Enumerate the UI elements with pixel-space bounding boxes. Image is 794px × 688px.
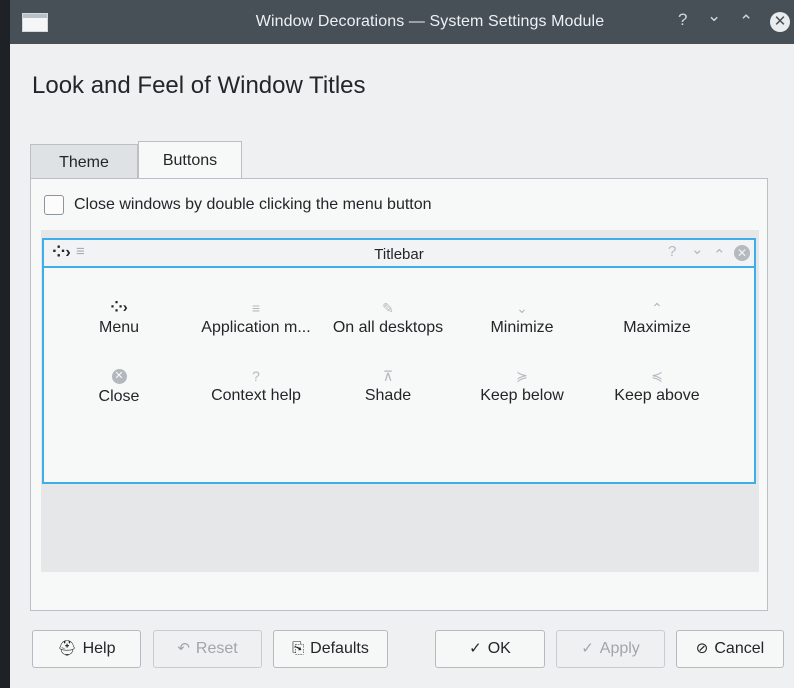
chevron-down-icon: ⌄ (516, 300, 528, 316)
window-app-icon[interactable] (22, 13, 48, 32)
palette-item-label: Shade (364, 387, 412, 404)
titlebar-preview[interactable]: ⁘› ≡ Titlebar ? ⌄ ⌃ ✕ (42, 238, 756, 268)
tab-theme[interactable]: Theme (30, 144, 138, 179)
palette-item-label: Keep above (614, 387, 700, 404)
apply-button-label: Apply (599, 640, 640, 657)
cancel-icon: ⊘ (695, 640, 709, 657)
palette-item-label: Minimize (490, 319, 554, 336)
palette-item-label: Maximize (623, 319, 691, 336)
checkmark-icon: ✓ (469, 640, 482, 657)
palette-item-context-help[interactable]: ? Context help (186, 366, 326, 405)
minimize-icon[interactable]: ⌄ (707, 6, 721, 26)
titlebar-preview-label: Titlebar (374, 246, 424, 263)
window-titlebar[interactable]: Window Decorations — System Settings Mod… (10, 0, 794, 44)
palette-item-shade[interactable]: ⊼ Shade (318, 366, 458, 405)
cancel-button[interactable]: ⊘ Cancel (676, 630, 784, 668)
close-icon[interactable]: ✕ (734, 245, 750, 261)
defaults-button-label: Defaults (310, 640, 369, 657)
page-title: Look and Feel of Window Titles (32, 72, 366, 99)
available-buttons-palette: ⁘› Menu ≡ Application m... ✎ On all desk… (42, 268, 756, 484)
close-icon: ✕ (111, 369, 127, 384)
palette-item-label: On all desktops (332, 319, 444, 336)
tab-buttons[interactable]: Buttons (138, 141, 242, 178)
help-button[interactable]: ⛑ Help (32, 630, 141, 668)
palette-item-keep-below[interactable]: ≽ Keep below (452, 366, 592, 405)
close-icon[interactable]: ✕ (770, 12, 790, 32)
ok-button-label: OK (487, 640, 511, 657)
defaults-icon: ⎘ (292, 640, 305, 657)
context-help-icon[interactable]: ? (668, 243, 676, 260)
palette-item-on-all-desktops[interactable]: ✎ On all desktops (318, 298, 458, 337)
maximize-icon[interactable]: ⌃ (713, 246, 726, 264)
window-title: Window Decorations — System Settings Mod… (255, 13, 605, 30)
shade-icon: ⊼ (382, 368, 394, 384)
palette-item-label: Application m... (201, 319, 311, 336)
palette-item-application-menu[interactable]: ≡ Application m... (186, 298, 326, 337)
pin-icon: ✎ (382, 300, 394, 316)
reset-button-label: Reset (195, 640, 238, 657)
palette-item-keep-above[interactable]: ≼ Keep above (587, 366, 727, 405)
menu-icon: ⁘› (110, 299, 128, 316)
defaults-button[interactable]: ⎘ Defaults (273, 630, 388, 668)
ok-button[interactable]: ✓ OK (435, 630, 545, 668)
palette-item-minimize[interactable]: ⌄ Minimize (452, 298, 592, 337)
application-menu-icon: ≡ (251, 300, 261, 316)
palette-item-close[interactable]: ✕ Close (49, 366, 189, 406)
palette-item-label: Close (98, 388, 140, 405)
help-icon[interactable]: ? (678, 10, 687, 30)
apply-button[interactable]: ✓ Apply (556, 630, 665, 668)
palette-item-label: Menu (98, 319, 140, 336)
close-double-click-checkbox[interactable] (44, 195, 64, 215)
chevron-up-icon: ⌃ (651, 300, 663, 316)
reset-button[interactable]: ↶ Reset (153, 630, 262, 668)
keep-below-icon: ≽ (516, 368, 528, 384)
maximize-icon[interactable]: ⌃ (739, 12, 753, 32)
minimize-icon[interactable]: ⌄ (691, 240, 704, 258)
palette-item-label: Context help (211, 387, 301, 404)
palette-item-maximize[interactable]: ⌃ Maximize (587, 298, 727, 337)
keep-above-icon: ≼ (651, 368, 663, 384)
cancel-button-label: Cancel (714, 640, 765, 657)
palette-item-label: Keep below (480, 387, 564, 404)
palette-item-menu[interactable]: ⁘› Menu (49, 298, 189, 337)
close-double-click-label[interactable]: Close windows by double clicking the men… (74, 196, 432, 214)
help-icon: ⛑ (57, 640, 77, 657)
help-button-label: Help (82, 640, 116, 657)
checkmark-icon: ✓ (581, 640, 594, 657)
help-icon: ? (252, 368, 260, 384)
reset-icon: ↶ (177, 640, 190, 657)
